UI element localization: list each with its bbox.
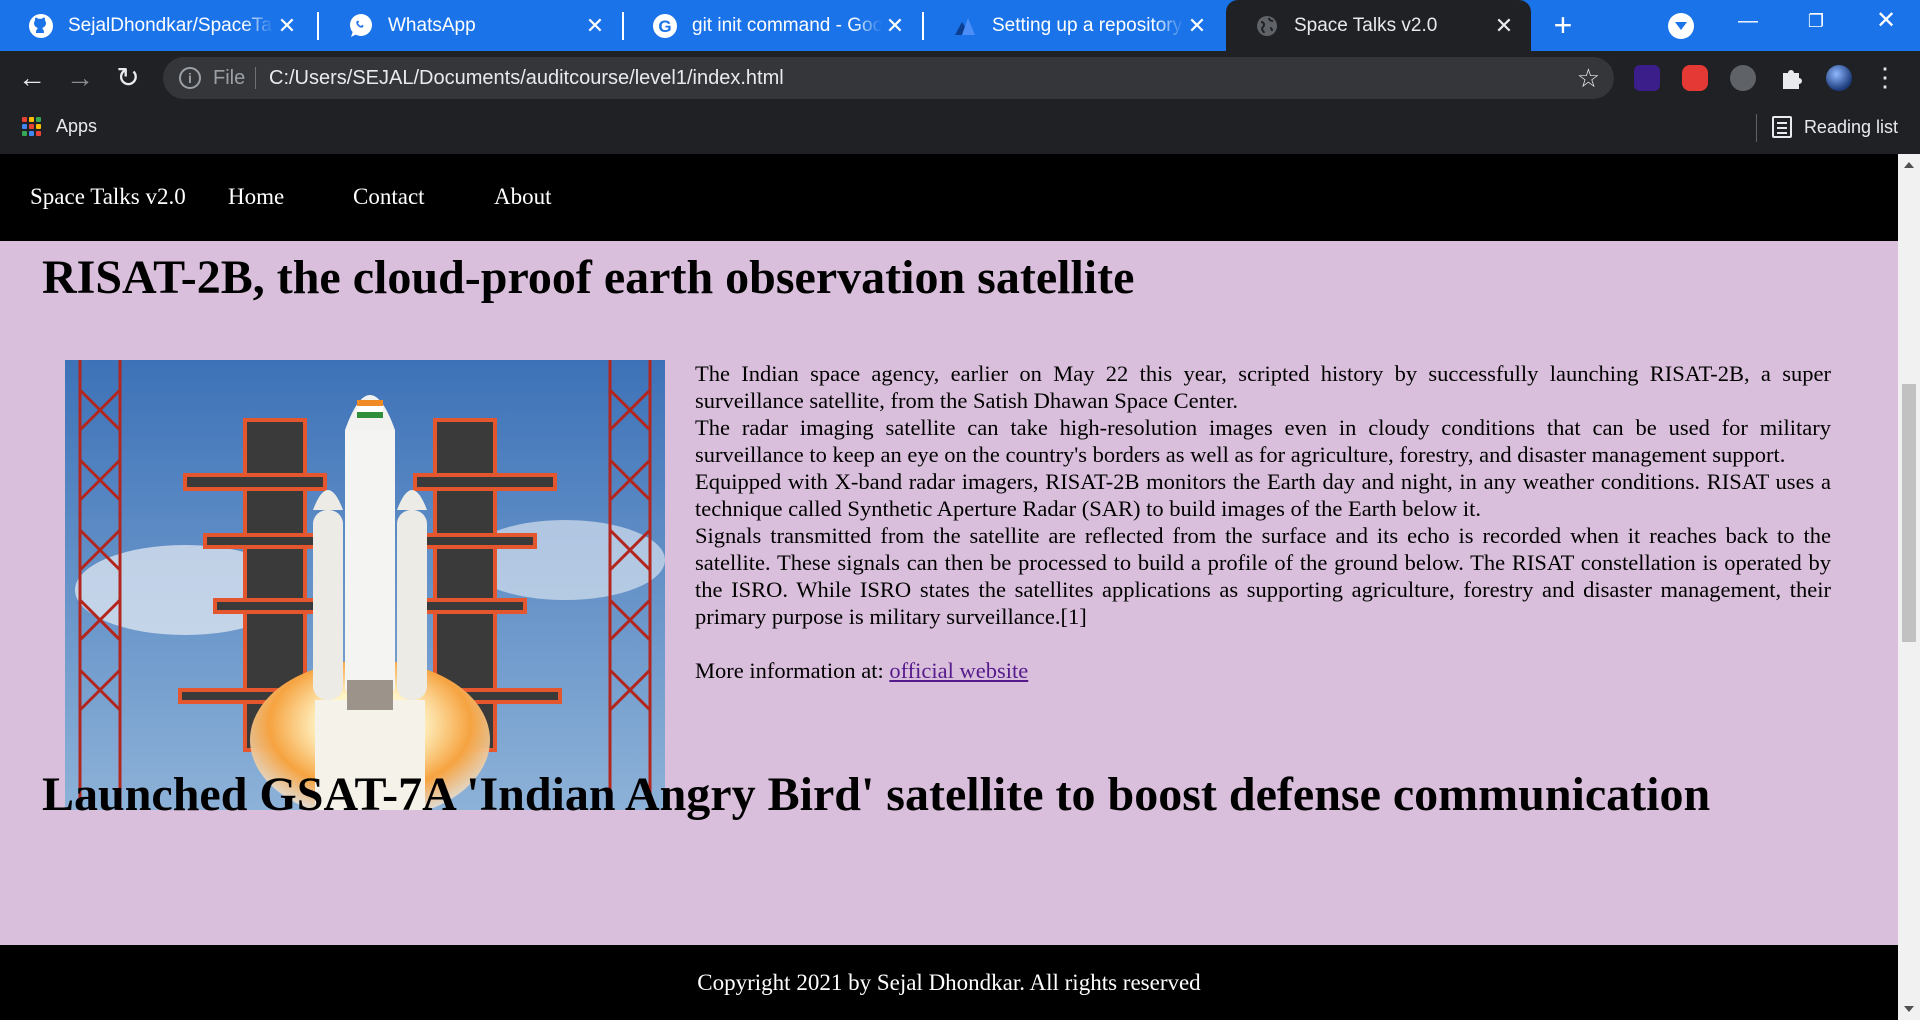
github-icon [28,13,54,39]
site-navbar: Space Talks v2.0 Home Contact About [0,154,1898,241]
tab-whatsapp[interactable]: WhatsApp ✕ [320,0,622,51]
site-footer: Copyright 2021 by Sejal Dhondkar. All ri… [0,945,1898,1020]
google-icon: G [652,13,678,39]
apps-grid-icon [22,116,42,137]
scroll-down-icon[interactable] [1904,1006,1914,1012]
atlassian-icon [952,13,978,39]
profile-avatar[interactable] [1826,65,1852,91]
reload-icon[interactable]: ↻ [110,61,146,97]
article-heading-2: Launched GSAT-7A 'Indian Angry Bird' sat… [42,768,1711,821]
extension-gear-icon[interactable] [1730,65,1756,91]
tab-search-icon[interactable] [1668,13,1694,39]
article-heading: RISAT-2B, the cloud-proof earth observat… [42,251,1135,304]
nav-home-link[interactable]: Home [228,184,284,210]
tab-space-talks[interactable]: Space Talks v2.0 ✕ [1226,0,1531,51]
tab-title: git init command - Google Search [692,14,882,36]
bookmarks-divider [1756,114,1757,142]
page-scrollbar[interactable] [1898,154,1920,1020]
back-arrow-icon[interactable]: ← [14,61,50,97]
bookmark-star-icon[interactable]: ☆ [1577,63,1600,94]
close-icon[interactable]: ✕ [582,13,608,39]
close-icon[interactable]: ✕ [274,13,300,39]
window-close-icon[interactable]: ✕ [1852,0,1920,44]
tab-strip: SejalDhondkar/SpaceTalks ✕ WhatsApp ✕ G … [0,0,1920,51]
minimize-icon[interactable]: — [1714,0,1782,44]
scrollbar-thumb[interactable] [1902,384,1916,642]
article-body: The Indian space agency, earlier on May … [695,360,1831,684]
article-paragraph: The radar imaging satellite can take hig… [695,415,1831,467]
page-viewport: Space Talks v2.0 Home Contact About RISA… [0,154,1920,1020]
extension-purple-icon[interactable] [1634,65,1660,91]
restore-icon[interactable]: ❐ [1782,0,1850,44]
address-url[interactable]: C:/Users/SEJAL/Documents/auditcourse/lev… [269,67,784,90]
reading-list-icon [1771,116,1792,138]
address-divider [255,67,256,89]
tab-google-search[interactable]: G git init command - Google Search ✕ [624,0,922,51]
new-tab-button[interactable]: + [1547,9,1579,42]
article-paragraph: The Indian space agency, earlier on May … [695,361,1831,413]
nav-contact-link[interactable]: Contact [353,184,425,210]
more-info-label: More information at: [695,658,890,683]
apps-label: Apps [56,116,98,136]
article-paragraph: Signals transmitted from the satellite a… [695,523,1831,629]
browser-toolbar: ← → ↻ i File C:/Users/SEJAL/Documents/au… [0,51,1920,106]
address-bar[interactable]: i File C:/Users/SEJAL/Documents/auditcou… [163,57,1614,99]
more-info-line: More information at: official website [695,657,1831,684]
forward-arrow-icon[interactable]: → [62,61,98,97]
scroll-up-icon[interactable] [1904,162,1914,168]
svg-text:G: G [658,17,671,36]
tab-github[interactable]: SejalDhondkar/SpaceTalks ✕ [0,0,314,51]
extensions-puzzle-icon[interactable] [1778,65,1804,91]
site-brand-link[interactable]: Space Talks v2.0 [30,184,186,210]
tab-title: Space Talks v2.0 [1294,14,1438,36]
globe-icon [1254,13,1280,39]
close-icon[interactable]: ✕ [1491,13,1517,39]
close-icon[interactable]: ✕ [1184,13,1210,39]
more-menu-icon[interactable]: ⋮ [1872,61,1898,95]
official-website-link[interactable]: official website [889,658,1028,683]
close-icon[interactable]: ✕ [882,13,908,39]
info-icon[interactable]: i [179,67,201,89]
extension-youtube-icon[interactable] [1682,65,1708,91]
article-paragraph: Equipped with X-band radar imagers, RISA… [695,469,1831,521]
tab-atlassian[interactable]: Setting up a repository | Atlassian ✕ [924,0,1224,51]
nav-about-link[interactable]: About [494,184,552,210]
tab-title: Setting up a repository | Atlassian [992,14,1184,36]
whatsapp-icon [348,13,374,39]
reading-list-button[interactable]: Reading list [1771,116,1898,138]
tab-divider [317,12,319,40]
tab-title: SejalDhondkar/SpaceTalks [68,14,274,36]
address-scheme: File [213,67,246,89]
apps-shortcut[interactable]: Apps [22,116,97,137]
bookmarks-bar: Apps Reading list [0,106,1920,154]
rocket-launch-image [65,360,665,810]
reading-list-label: Reading list [1803,116,1898,137]
tab-title: WhatsApp [388,14,476,36]
